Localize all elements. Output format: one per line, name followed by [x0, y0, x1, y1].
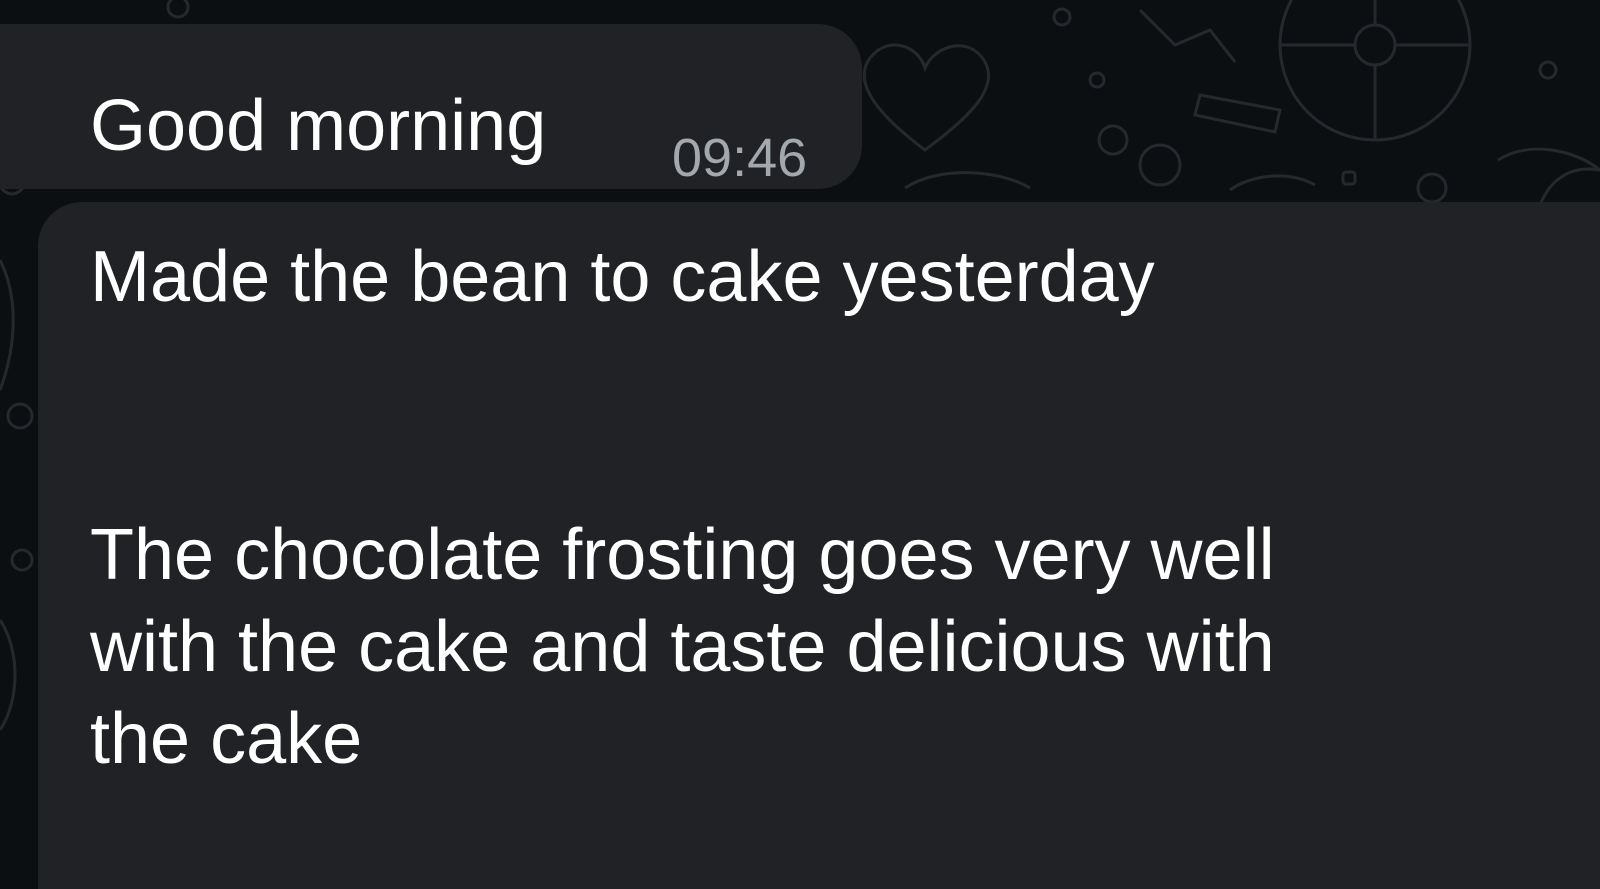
message-text-line: Made the bean to cake yesterday — [90, 237, 1155, 317]
message-text-line: The chocolate frosting goes very well — [90, 515, 1275, 595]
message-text: Good morning — [90, 86, 547, 166]
wallpaper-heart-icon — [862, 43, 991, 152]
message-text-line: the cake — [90, 699, 363, 779]
message-bubble-incoming[interactable]: Made the bean to cake yesterday The choc… — [38, 202, 1600, 889]
message-text-line: with the cake and taste delicious with — [90, 607, 1275, 687]
message-timestamp: 09:46 — [672, 128, 808, 188]
wallpaper-circle-icon — [1138, 143, 1182, 187]
message-bubble-incoming[interactable]: Good morning 09:46 — [0, 24, 862, 189]
chat-wallpaper: Good morning 09:46 Made the bean to cake… — [0, 0, 1600, 889]
